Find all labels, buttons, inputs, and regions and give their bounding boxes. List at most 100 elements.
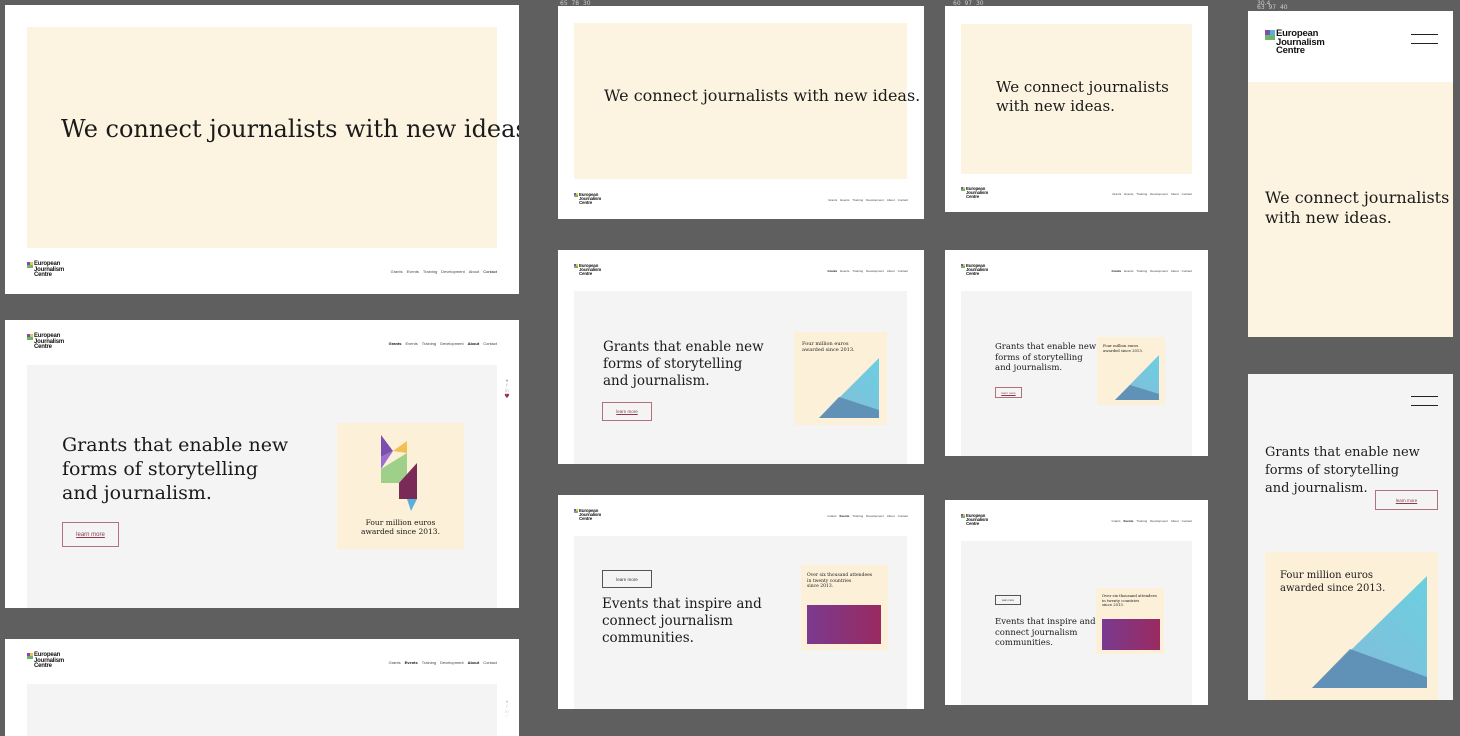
- nav-development[interactable]: Development: [866, 198, 884, 202]
- logo-mark-icon: [961, 187, 965, 191]
- logo[interactable]: European Journalism Centre: [574, 263, 601, 276]
- logo-mark-icon: [574, 193, 578, 197]
- triangle-illustration-icon: [819, 358, 879, 418]
- heart-icon[interactable]: ♥: [503, 393, 511, 401]
- events-headline: Events that inspire and connect journali…: [602, 596, 762, 647]
- frame-small-events: European Journalism Centre Grants Events…: [945, 500, 1208, 705]
- logo[interactable]: European Journalism Centre: [1265, 29, 1325, 56]
- learn-more-button[interactable]: learn more: [602, 402, 652, 421]
- nav-training[interactable]: Training: [1136, 519, 1147, 523]
- learn-more-button[interactable]: learn more: [602, 570, 652, 588]
- nav-contact[interactable]: Contact: [483, 660, 497, 665]
- nav-about[interactable]: About: [468, 341, 480, 346]
- events-headline-line3: communities.: [995, 638, 1053, 648]
- nav-contact[interactable]: Contact: [1182, 519, 1192, 523]
- logo[interactable]: European Journalism Centre: [574, 508, 601, 522]
- nav-about[interactable]: About: [468, 660, 480, 665]
- logo[interactable]: European Journalism Centre: [961, 513, 988, 526]
- grants-headline-line3: and journalism.: [603, 373, 710, 389]
- nav-contact[interactable]: Contact: [483, 269, 497, 274]
- logo-text-line3: Centre: [579, 516, 593, 522]
- hero-panel: We connect journalists with new ideas.: [1248, 82, 1453, 337]
- learn-more-button[interactable]: learn more: [62, 522, 119, 547]
- nav-contact[interactable]: Contact: [898, 514, 908, 518]
- nav-development[interactable]: Development: [440, 341, 464, 346]
- events-card-text: Over six thousand attendees in twenty co…: [807, 573, 872, 590]
- main-nav: Grants Events Training Development About…: [389, 660, 497, 665]
- nav-development[interactable]: Development: [1150, 519, 1168, 523]
- logo[interactable]: European Journalism Centre: [27, 652, 64, 670]
- logo[interactable]: European Journalism Centre: [27, 333, 64, 351]
- nav-contact[interactable]: Contact: [898, 198, 908, 202]
- nav-training[interactable]: Training: [852, 198, 863, 202]
- logo[interactable]: European Journalism Centre: [961, 186, 988, 199]
- logo[interactable]: European Journalism Centre: [961, 263, 988, 276]
- learn-more-button[interactable]: learn more: [995, 595, 1021, 605]
- hero-headline: We connect journalists with new ideas.: [996, 78, 1169, 116]
- logo-text-line3: Centre: [34, 344, 52, 351]
- nav-development[interactable]: Development: [866, 514, 884, 518]
- nav-events[interactable]: Events: [840, 269, 849, 273]
- nav-about[interactable]: About: [887, 514, 895, 518]
- learn-more-button[interactable]: learn more: [995, 387, 1022, 398]
- nav-about[interactable]: About: [887, 198, 895, 202]
- nav-events[interactable]: Events: [405, 660, 418, 665]
- main-nav: Grants Events Training Development About…: [828, 514, 908, 518]
- nav-training[interactable]: Training: [422, 341, 436, 346]
- logo-mark-icon: [27, 653, 33, 659]
- triangle-illustration-icon: [1312, 576, 1427, 688]
- nav-events[interactable]: Events: [1124, 269, 1133, 273]
- events-stat-card: Over six thousand attendees in twenty co…: [1096, 588, 1164, 654]
- nav-grants[interactable]: Grants: [391, 269, 403, 274]
- menu-icon[interactable]: [1411, 34, 1438, 52]
- nav-grants[interactable]: Grants: [1112, 519, 1121, 523]
- nav-events[interactable]: Events: [840, 514, 850, 518]
- events-panel: learn more Events that inspire and conne…: [574, 536, 907, 709]
- menu-icon[interactable]: [1411, 396, 1438, 414]
- nav-grants[interactable]: Grants: [828, 198, 837, 202]
- nav-training[interactable]: Training: [423, 269, 437, 274]
- grants-card-line1: Four million euros: [365, 518, 436, 527]
- nav-about[interactable]: About: [887, 269, 895, 273]
- nav-contact[interactable]: Contact: [1182, 192, 1192, 196]
- logo[interactable]: European Journalism Centre: [574, 192, 601, 205]
- grants-headline-line3: and journalism.: [995, 363, 1063, 373]
- nav-grants[interactable]: Grants: [389, 660, 401, 665]
- nav-grants[interactable]: Grants: [389, 341, 402, 346]
- nav-development[interactable]: Development: [440, 660, 464, 665]
- nav-development[interactable]: Development: [1150, 192, 1168, 196]
- nav-about[interactable]: About: [1171, 192, 1179, 196]
- nav-grants[interactable]: Grants: [1112, 192, 1121, 196]
- nav-events[interactable]: Events: [1124, 192, 1133, 196]
- heart-icon[interactable]: ♡: [503, 714, 511, 719]
- nav-development[interactable]: Development: [866, 269, 884, 273]
- learn-more-button[interactable]: learn more: [1375, 490, 1438, 510]
- nav-events[interactable]: Events: [407, 269, 419, 274]
- nav-training[interactable]: Training: [1136, 269, 1147, 273]
- nav-training[interactable]: Training: [852, 269, 863, 273]
- nav-grants[interactable]: Grants: [828, 514, 837, 518]
- grants-headline-line2: forms of storytelling: [62, 458, 259, 480]
- nav-grants[interactable]: Grants: [828, 269, 838, 273]
- events-headline-line3: communities.: [602, 630, 694, 646]
- nav-grants[interactable]: Grants: [1112, 269, 1122, 273]
- logo[interactable]: European Journalism Centre: [27, 261, 64, 279]
- nav-development[interactable]: Development: [441, 269, 465, 274]
- nav-events[interactable]: Events: [1124, 519, 1134, 523]
- nav-training[interactable]: Training: [1136, 192, 1147, 196]
- nav-events[interactable]: Events: [840, 198, 849, 202]
- ruler-label: 63 97 40: [1257, 4, 1288, 11]
- grants-panel: Grants that enable new forms of storytel…: [574, 291, 907, 464]
- nav-contact[interactable]: Contact: [898, 269, 908, 273]
- nav-about[interactable]: About: [1171, 269, 1179, 273]
- nav-about[interactable]: About: [1171, 519, 1179, 523]
- nav-training[interactable]: Training: [422, 660, 436, 665]
- nav-contact[interactable]: Contact: [483, 341, 497, 346]
- nav-events[interactable]: Events: [406, 341, 418, 346]
- nav-contact[interactable]: Contact: [1182, 269, 1192, 273]
- nav-development[interactable]: Development: [1150, 269, 1168, 273]
- nav-training[interactable]: Training: [852, 514, 863, 518]
- grants-card-line2: awarded since 2013.: [361, 527, 440, 536]
- grants-headline-line1: Grants that enable new: [62, 434, 289, 456]
- nav-about[interactable]: About: [469, 269, 479, 274]
